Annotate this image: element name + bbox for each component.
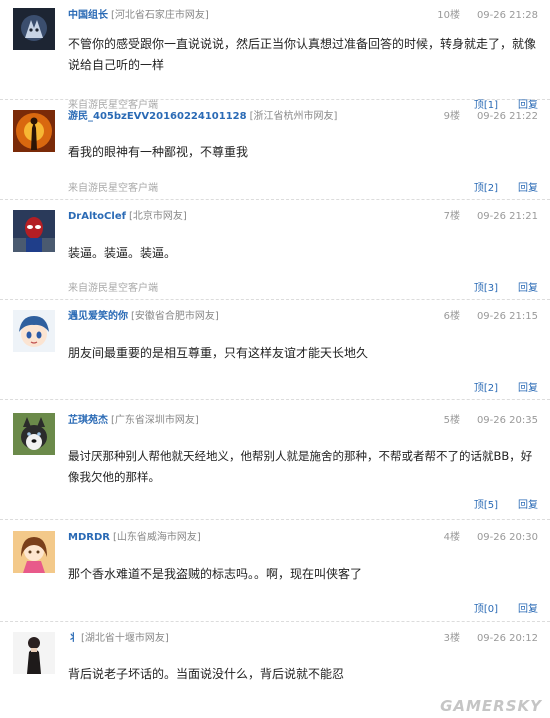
dark-wolf-icon bbox=[13, 8, 55, 50]
husky-dog-icon bbox=[13, 413, 55, 455]
user-location: [浙江省杭州市网友] bbox=[249, 111, 338, 122]
avatar[interactable] bbox=[13, 413, 55, 455]
comment-source: 来自游民星空客户端 bbox=[68, 283, 158, 294]
fire-figure-icon bbox=[13, 110, 55, 152]
avatar[interactable] bbox=[13, 310, 55, 352]
spiderman-icon bbox=[13, 210, 55, 252]
avatar[interactable] bbox=[13, 632, 55, 674]
user-location: [北京市网友] bbox=[128, 211, 187, 222]
username[interactable]: 芷琪苑杰 bbox=[68, 415, 108, 426]
user-location: [安徽省合肥市网友] bbox=[131, 311, 219, 322]
username[interactable]: MDRDR bbox=[68, 532, 110, 543]
comment-item: 中国组长 [河北省石家庄市网友] 10楼 09-26 21:28 不管你的感受跟你… bbox=[0, 0, 550, 111]
username[interactable]: 中国组长 bbox=[68, 10, 108, 21]
avatar[interactable] bbox=[13, 210, 55, 252]
user-location: [河北省石家庄市网友] bbox=[111, 10, 209, 21]
reply-button[interactable]: 回复 bbox=[518, 183, 538, 194]
comment-text: 那个香水难道不是我盗贼的标志吗。。啊，现在叫侠客了 bbox=[68, 567, 363, 581]
reply-button[interactable]: 回复 bbox=[518, 383, 538, 394]
upvote-button[interactable]: 顶[2] bbox=[474, 383, 498, 394]
comment-time: 09-26 21:21 bbox=[476, 211, 538, 222]
comment-header: 丬 [湖北省十堰市网友] 3楼 09-26 20:12 bbox=[68, 632, 538, 646]
floor-number: 5楼 bbox=[443, 415, 460, 426]
comment-actions: 顶[3] 回复 bbox=[474, 283, 538, 295]
comment-header: DrAltoClef [北京市网友] 7楼 09-26 21:21 bbox=[68, 210, 538, 224]
user-location: [山东省威海市网友] bbox=[112, 532, 201, 543]
comment-time: 09-26 20:12 bbox=[476, 633, 538, 644]
comment-header: 中国组长 [河北省石家庄市网友] 10楼 09-26 21:28 bbox=[68, 9, 538, 23]
reply-button[interactable]: 回复 bbox=[518, 604, 538, 615]
floor-number: 9楼 bbox=[443, 111, 460, 122]
avatar[interactable] bbox=[13, 531, 55, 573]
anime-girl-icon bbox=[13, 531, 55, 573]
floor-number: 4楼 bbox=[443, 532, 460, 543]
floor-number: 6楼 bbox=[443, 311, 460, 322]
comment-text: 最讨厌那种别人帮他就天经地义，他帮别人就是施舍的那种，不帮或者帮不了的话就BB，… bbox=[68, 449, 533, 484]
comment-time: 09-26 20:30 bbox=[476, 532, 538, 543]
comment-header: 游民_405bzEVV20160224101128 [浙江省杭州市网友] 9楼 0… bbox=[68, 110, 538, 124]
username[interactable]: 丬 bbox=[68, 633, 78, 644]
username[interactable]: 游民_405bzEVV20160224101128 bbox=[68, 111, 247, 122]
comment-text: 看我的眼神有一种鄙视，不尊重我 bbox=[68, 145, 249, 159]
comment-time: 09-26 21:28 bbox=[476, 10, 538, 21]
comment-text: 装逼。装逼。装逼。 bbox=[68, 246, 177, 260]
floor-number: 3楼 bbox=[443, 633, 460, 644]
upvote-button[interactable]: 顶[0] bbox=[474, 604, 498, 615]
comment-item: 游民_405bzEVV20160224101128 [浙江省杭州市网友] 9楼 0… bbox=[0, 100, 550, 200]
comment-time: 09-26 21:15 bbox=[476, 311, 538, 322]
user-location: [广东省深圳市网友] bbox=[111, 415, 199, 426]
comment-item: DrAltoClef [北京市网友] 7楼 09-26 21:21 装逼。装逼。装… bbox=[0, 200, 550, 300]
upvote-button[interactable]: 顶[3] bbox=[474, 283, 498, 294]
comment-list: 中国组长 [河北省石家庄市网友] 10楼 09-26 21:28 不管你的感受跟你… bbox=[0, 0, 550, 718]
avatar[interactable] bbox=[13, 8, 55, 50]
comment-header: 遇见爱笑的你 [安徽省合肥市网友] 6楼 09-26 21:15 bbox=[68, 310, 538, 324]
floor-number: 10楼 bbox=[437, 10, 460, 21]
reply-button[interactable]: 回复 bbox=[518, 283, 538, 294]
site-watermark: GAMERSKY bbox=[440, 697, 542, 715]
reply-button[interactable]: 回复 bbox=[518, 500, 538, 511]
comment-header: MDRDR [山东省威海市网友] 4楼 09-26 20:30 bbox=[68, 531, 538, 545]
comment-item: 遇见爱笑的你 [安徽省合肥市网友] 6楼 09-26 21:15 朋友间最重要的是… bbox=[0, 300, 550, 400]
user-location: [湖北省十堰市网友] bbox=[81, 633, 169, 644]
comment-text: 不管你的感受跟你一直说说说，然后正当你认真想过准备回答的时候，转身就走了，就像说… bbox=[68, 37, 537, 72]
comment-text: 朋友间最重要的是相互尊重，只有这样友谊才能天长地久 bbox=[68, 346, 369, 360]
comment-text: 背后说老子坏话的。当面说没什么，背后说就不能忍 bbox=[68, 667, 345, 681]
anime-boy-icon bbox=[13, 310, 55, 352]
comment-time: 09-26 21:22 bbox=[476, 111, 538, 122]
username[interactable]: DrAltoClef bbox=[68, 211, 126, 222]
comment-actions: 顶[0] 回复 bbox=[474, 604, 538, 616]
upvote-button[interactable]: 顶[5] bbox=[474, 500, 498, 511]
username[interactable]: 遇见爱笑的你 bbox=[68, 311, 128, 322]
comment-actions: 顶[5] 回复 bbox=[474, 500, 538, 512]
comment-actions: 顶[2] 回复 bbox=[474, 183, 538, 195]
woman-figure-icon bbox=[13, 632, 55, 674]
comment-source: 来自游民星空客户端 bbox=[68, 183, 158, 194]
comment-item: MDRDR [山东省威海市网友] 4楼 09-26 20:30 那个香水难道不是我… bbox=[0, 520, 550, 622]
comment-header: 芷琪苑杰 [广东省深圳市网友] 5楼 09-26 20:35 bbox=[68, 414, 538, 428]
comment-item: 芷琪苑杰 [广东省深圳市网友] 5楼 09-26 20:35 最讨厌那种别人帮他就… bbox=[0, 400, 550, 520]
comment-actions: 顶[2] 回复 bbox=[474, 383, 538, 395]
avatar[interactable] bbox=[13, 110, 55, 152]
upvote-button[interactable]: 顶[2] bbox=[474, 183, 498, 194]
comment-time: 09-26 20:35 bbox=[476, 415, 538, 426]
floor-number: 7楼 bbox=[443, 211, 460, 222]
